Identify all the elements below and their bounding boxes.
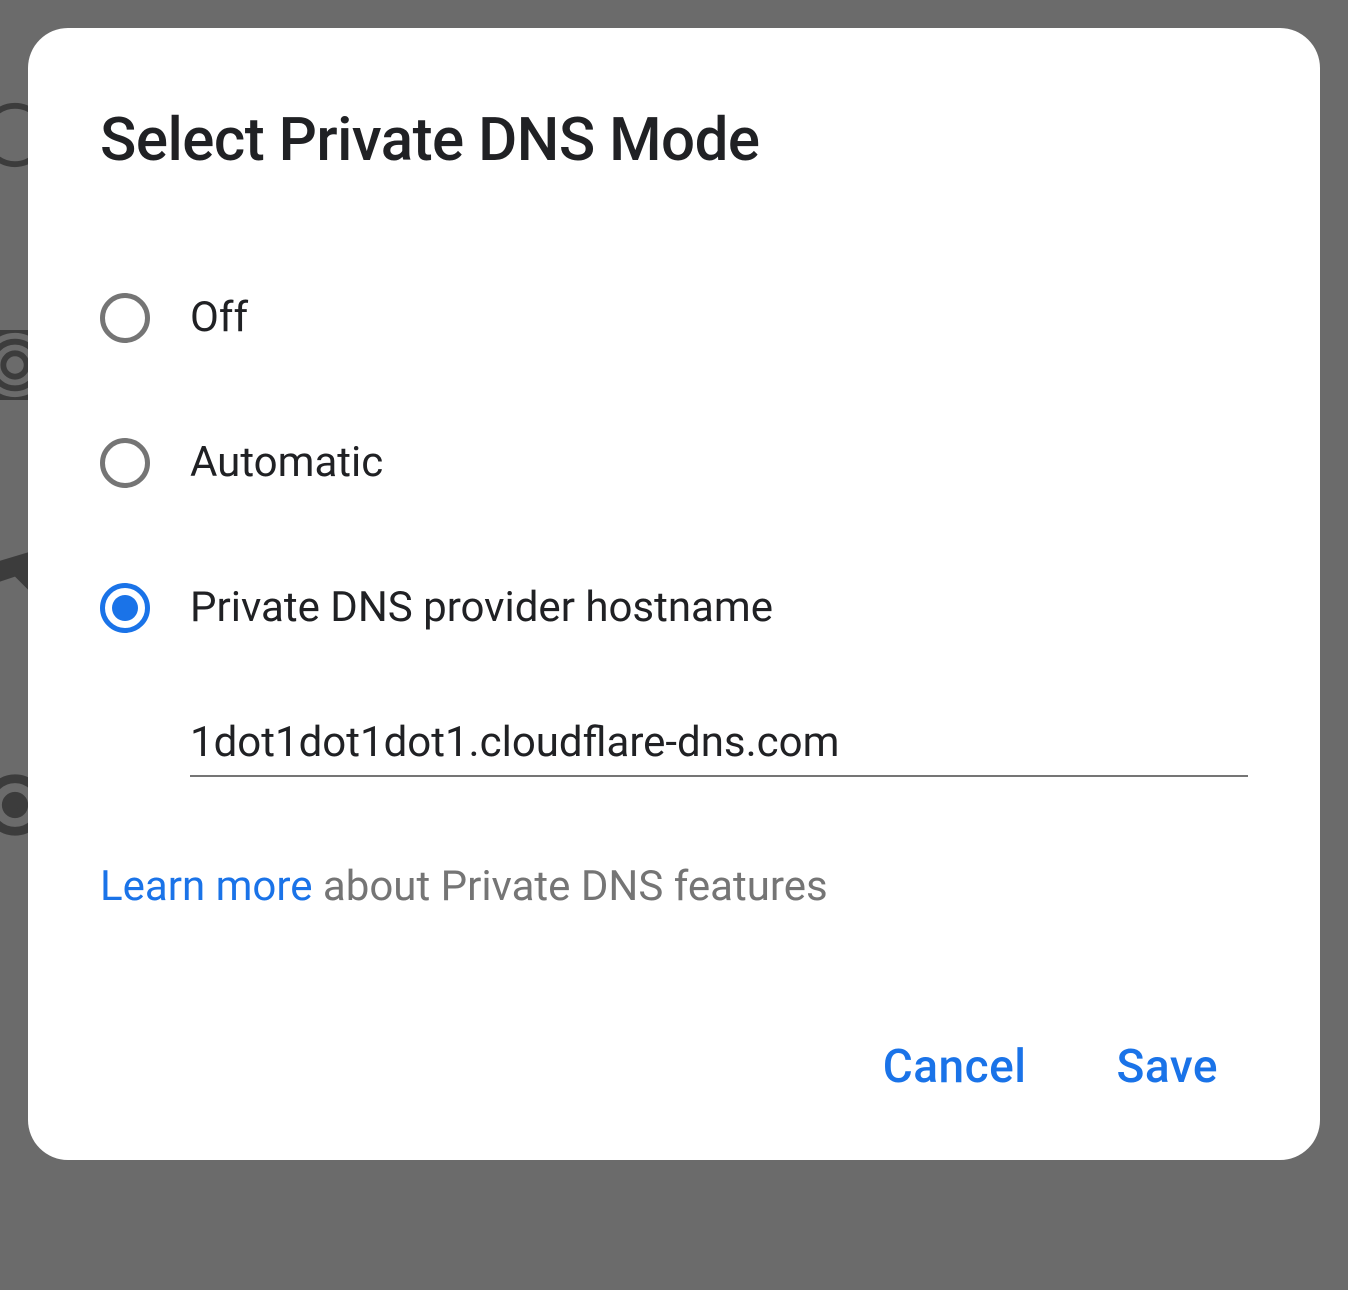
save-button[interactable]: Save bbox=[1117, 1040, 1218, 1094]
dns-mode-radio-group: Off Automatic Private DNS provider hostn… bbox=[100, 245, 1248, 680]
hostname-field-wrapper bbox=[190, 710, 1248, 777]
learn-more-link[interactable]: Learn more bbox=[100, 862, 312, 911]
radio-icon-selected bbox=[100, 583, 150, 633]
footer-text: Learn more about Private DNS features bbox=[100, 862, 1248, 911]
radio-label-hostname: Private DNS provider hostname bbox=[190, 583, 773, 632]
radio-label-off: Off bbox=[190, 293, 248, 342]
private-dns-dialog: Select Private DNS Mode Off Automatic Pr… bbox=[28, 28, 1320, 1160]
dialog-actions: Cancel Save bbox=[100, 1040, 1248, 1120]
radio-label-automatic: Automatic bbox=[190, 438, 383, 487]
radio-icon bbox=[100, 438, 150, 488]
dialog-title: Select Private DNS Mode bbox=[100, 104, 1248, 175]
cancel-button[interactable]: Cancel bbox=[883, 1040, 1027, 1094]
radio-option-hostname[interactable]: Private DNS provider hostname bbox=[100, 535, 1248, 680]
footer-suffix: about Private DNS features bbox=[312, 862, 827, 911]
radio-option-off[interactable]: Off bbox=[100, 245, 1248, 390]
radio-icon bbox=[100, 293, 150, 343]
radio-option-automatic[interactable]: Automatic bbox=[100, 390, 1248, 535]
hostname-input[interactable] bbox=[190, 710, 1248, 777]
